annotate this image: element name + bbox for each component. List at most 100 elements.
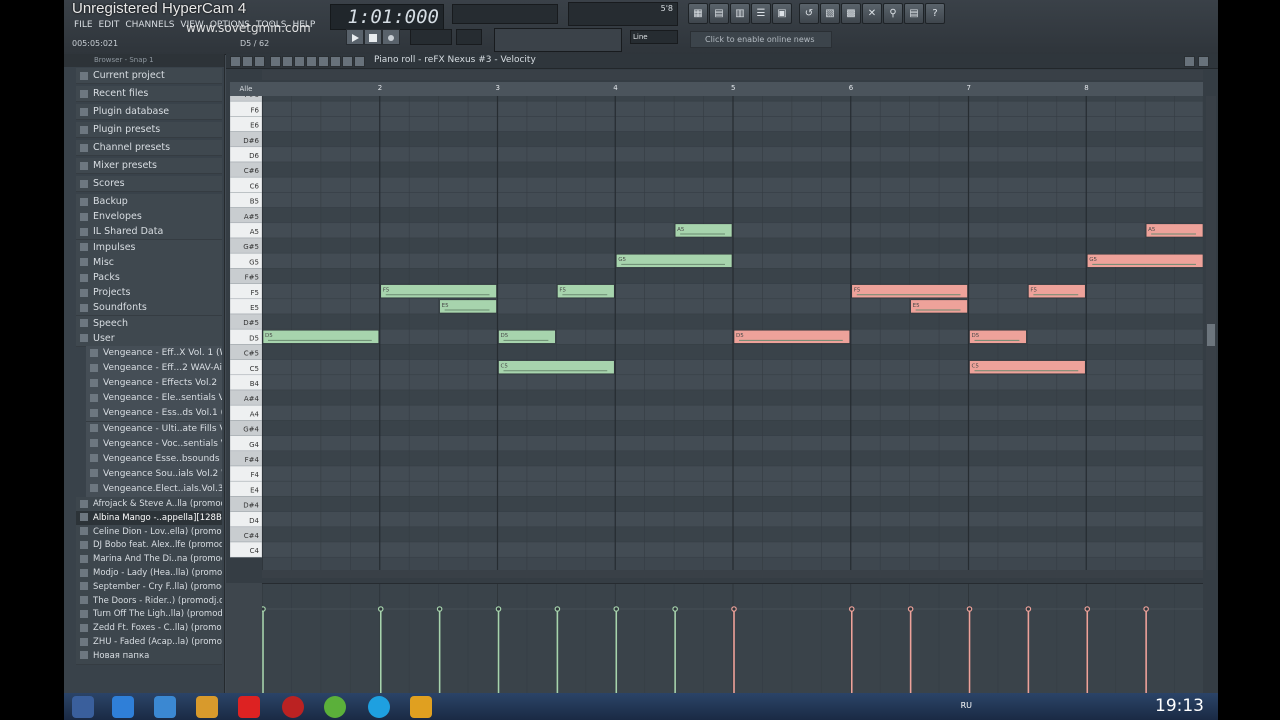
note[interactable]: G5 — [615, 253, 733, 268]
windows-logo[interactable] — [72, 696, 94, 718]
undo-button[interactable]: ↺ — [799, 3, 819, 24]
velocity-handle[interactable] — [436, 606, 443, 612]
record-button[interactable] — [382, 29, 400, 45]
mixer-button[interactable]: ▣ — [772, 3, 792, 24]
velocity-handle[interactable] — [554, 606, 561, 612]
piano-roll-button[interactable]: ▥ — [730, 3, 750, 24]
piano-keyboard[interactable]: F#6 F6 E6 D#6 D6 C#6 C6 B5 A#5 A5 G#5 G5 F#5 F5 E5 D#5 D… — [230, 96, 262, 570]
browser-folder-item[interactable]: Plugin presets — [76, 122, 222, 138]
velocity-handle[interactable] — [1143, 606, 1149, 612]
play-button[interactable] — [346, 29, 364, 45]
timeline-ruler[interactable]: 2 3 4 5 6 7 8 — [262, 82, 1203, 97]
browser-folder-item[interactable]: User — [76, 330, 222, 347]
note[interactable]: A5 — [674, 223, 733, 238]
browser-user-subfolder[interactable]: Vengeance - Ulti..ate Fills Vol.2 — [86, 421, 222, 438]
print-button[interactable]: ▤ — [904, 3, 924, 24]
note[interactable]: D5 — [498, 329, 556, 344]
note[interactable]: D5 — [733, 329, 851, 344]
horizontal-scrollbar[interactable] — [262, 570, 1203, 578]
browser-folder-item[interactable]: Speech — [76, 315, 222, 332]
zoom-tool-icon[interactable] — [342, 56, 353, 67]
note[interactable]: F5 — [380, 284, 497, 299]
browser-folder-item[interactable]: Mixer presets — [76, 158, 222, 174]
browser-folder-item[interactable]: Channel presets — [76, 140, 222, 156]
browser-folder-item[interactable]: Projects — [76, 285, 222, 302]
slice-tool-icon[interactable] — [318, 56, 329, 67]
language-indicator[interactable]: RU — [961, 701, 972, 710]
note[interactable]: C5 — [498, 360, 615, 375]
velocity-handle[interactable] — [848, 606, 855, 612]
menu-arrow-icon[interactable] — [230, 56, 241, 67]
browser-user-subfolder[interactable]: Vengeance - Voc..sentials Vol.1 — [86, 436, 222, 453]
browser-button[interactable]: ☰ — [751, 3, 771, 24]
top-scrollbar[interactable] — [262, 70, 1203, 80]
mute-tool-icon[interactable] — [306, 56, 317, 67]
yandex-icon[interactable] — [238, 696, 260, 718]
close-icon[interactable] — [1198, 56, 1209, 67]
online-news-box[interactable]: Click to enable online news — [690, 31, 832, 48]
clock[interactable]: 19:13 — [1155, 696, 1204, 716]
velocity-handle[interactable] — [1084, 606, 1091, 612]
explorer-icon[interactable] — [154, 696, 176, 718]
browser-folder-item[interactable]: Scores — [76, 176, 222, 192]
browser-folder-item[interactable]: Packs — [76, 270, 222, 286]
browser-folder-item[interactable]: Plugin database — [76, 104, 222, 120]
pattern-selector[interactable] — [410, 29, 452, 45]
menu-edit[interactable]: EDIT — [99, 20, 120, 30]
search-button[interactable]: ⚲ — [883, 3, 903, 24]
note[interactable]: D5 — [969, 329, 1027, 344]
browser-folder-item[interactable]: Soundfonts — [76, 300, 222, 317]
brush-tool-icon[interactable] — [282, 56, 293, 67]
browser-user-subfolder[interactable]: Vengeance.Elect..ials.Vol.3.WAV — [86, 481, 222, 498]
pattern-tools[interactable] — [494, 28, 622, 52]
velocity-handle[interactable] — [1025, 606, 1032, 612]
pencil-tool-icon[interactable] — [270, 56, 281, 67]
velocity-panel[interactable] — [262, 583, 1203, 693]
antivirus-icon[interactable] — [282, 696, 304, 718]
note[interactable]: G5 — [1086, 253, 1203, 268]
browser-folder-item[interactable]: Current project — [76, 68, 222, 84]
tools-button[interactable]: ✕ — [862, 3, 882, 24]
stamp-icon[interactable] — [254, 56, 265, 67]
tempo-display[interactable] — [456, 29, 482, 45]
velocity-handle[interactable] — [672, 606, 678, 612]
fl-studio-icon[interactable] — [410, 696, 432, 718]
help-button[interactable]: ? — [925, 3, 945, 24]
browser-folder-item[interactable]: Misc — [76, 254, 222, 271]
step-seq-button[interactable]: ▤ — [709, 3, 729, 24]
note-grid[interactable]: D5 F5 E5 D5 C5 F5 G5 A5 D5 F5 E5 D5 C5 F5 G5 A5 — [262, 96, 1203, 570]
skype-icon[interactable] — [368, 696, 390, 718]
browser-user-subfolder[interactable]: Vengeance - Ess..ds Vol.1 (WAV) — [86, 406, 222, 423]
magnet-icon[interactable] — [242, 56, 253, 67]
browser-folder-item[interactable]: Impulses — [76, 239, 222, 256]
velocity-handle[interactable] — [731, 606, 737, 612]
browser-folder-item[interactable]: Recent files — [76, 86, 222, 102]
master-volume-meter[interactable] — [452, 4, 558, 24]
browser-user-subfolder[interactable]: Vengeance - Eff..X Vol. 1 (WAV) — [86, 346, 222, 362]
render-button[interactable]: ▩ — [841, 3, 861, 24]
note[interactable]: A5 — [1145, 223, 1203, 238]
browser-folder-item[interactable]: Envelopes — [76, 209, 222, 226]
velocity-handle[interactable] — [377, 606, 384, 612]
browser-folder-item[interactable]: IL Shared Data — [76, 224, 222, 241]
note[interactable]: E5 — [439, 299, 497, 314]
browser-file-item[interactable]: Новая папка — [76, 648, 222, 665]
browser-user-subfolder[interactable]: Vengeance - Eff...2 WAV-AiRISO — [86, 361, 222, 378]
delete-tool-icon[interactable] — [294, 56, 305, 67]
utorrent-icon[interactable] — [324, 696, 346, 718]
note[interactable]: C5 — [969, 360, 1086, 375]
browser-user-subfolder[interactable]: Vengeance - Effects Vol.2 — [86, 376, 222, 393]
browser-folder-item[interactable]: Backup — [76, 194, 222, 210]
ie-icon[interactable] — [112, 696, 134, 718]
snap-selector[interactable]: Line — [630, 30, 678, 44]
browser-user-subfolder[interactable]: Vengeance Sou..ials Vol.2 WAV — [86, 466, 222, 483]
velocity-handle[interactable] — [262, 606, 266, 612]
note[interactable]: F5 — [1028, 284, 1086, 299]
menu-channels[interactable]: CHANNELS — [125, 20, 174, 30]
browser-user-subfolder[interactable]: Vengeance - Ele..sentials Vol. 1 — [86, 391, 222, 408]
select-tool-icon[interactable] — [330, 56, 341, 67]
event-selector[interactable] — [226, 583, 262, 693]
note[interactable]: D5 — [262, 329, 380, 344]
stop-button[interactable] — [364, 29, 382, 45]
media-icon[interactable] — [196, 696, 218, 718]
